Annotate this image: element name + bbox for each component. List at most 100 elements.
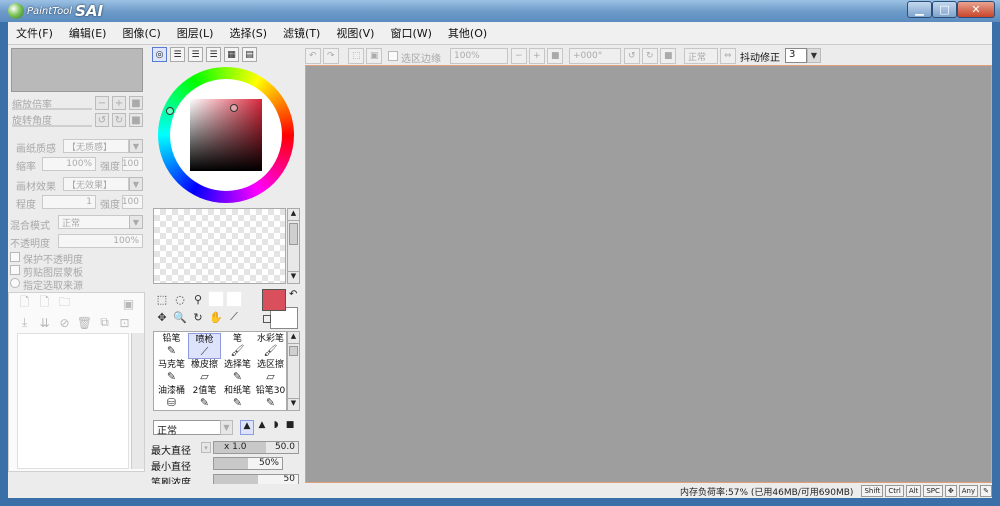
tool-pencil30[interactable]: 铅笔30 ✎ (254, 385, 287, 411)
brush-mode-select[interactable]: 正常 (153, 420, 221, 437)
swap-colors-icon[interactable]: ↶ (289, 289, 297, 300)
chevron-down-icon[interactable]: ▼ (129, 215, 143, 229)
tool-bucket[interactable]: 油漆桶 ⛁ (155, 385, 188, 411)
primary-color-swatch[interactable] (262, 289, 286, 311)
chevron-down-icon[interactable]: ▼ (129, 139, 143, 153)
menu-image[interactable]: 图像(C) (114, 25, 168, 41)
rotate-slider[interactable] (12, 125, 92, 127)
tool-grid-scrollbar[interactable]: ▲ ▼ (287, 331, 300, 411)
zoom-in-icon[interactable]: + (529, 48, 545, 64)
tool-select-pen[interactable]: 选择笔 ✎ (221, 359, 254, 385)
delete-layer-icon[interactable]: 🗑 (77, 315, 92, 330)
scratchpad-area[interactable] (153, 208, 286, 284)
blend-mode-select[interactable]: 正常 (58, 215, 130, 229)
scratchpad-tab[interactable]: ▤ (242, 47, 257, 62)
tool-select-eraser[interactable]: 选区擦 ▱ (254, 359, 287, 385)
magic-wand-icon[interactable]: ⚲ (190, 291, 206, 307)
max-size-field[interactable]: x 1.0 50.0 (213, 441, 299, 454)
rgb-slider-tab[interactable]: ☰ (170, 47, 185, 62)
new-raster-icon[interactable]: 🗋 (37, 295, 52, 311)
transfer-down-icon[interactable]: ⤓ (17, 315, 32, 330)
hue-marker[interactable] (166, 107, 174, 115)
swatch-tab[interactable]: ▦ (224, 47, 239, 62)
tool-binary-pen[interactable]: 2值笔 ✎ (188, 385, 221, 411)
menu-edit[interactable]: 编辑(E) (61, 25, 115, 41)
effect-strength-field[interactable]: 100 (122, 195, 143, 209)
canvas-area[interactable] (305, 65, 992, 483)
tool-slot-empty[interactable] (208, 291, 224, 307)
undo-icon[interactable]: ↶ (305, 48, 321, 64)
tool-slot-empty[interactable] (226, 291, 242, 307)
tool-washi-pen[interactable]: 和纸笔 ✎ (221, 385, 254, 411)
rotate-reset-icon[interactable]: ■ (660, 48, 676, 64)
paper-texture-select[interactable]: 【无质感】 (63, 139, 129, 153)
zoom-out-icon[interactable]: − (511, 48, 527, 64)
layer-list-scrollbar[interactable] (131, 333, 144, 469)
layer-mask-icon[interactable]: ⊡ (117, 315, 132, 330)
angle-select[interactable]: +000° (569, 48, 621, 64)
deselect-icon[interactable]: ⬚ (348, 48, 364, 64)
menu-file[interactable]: 文件(F) (8, 25, 61, 41)
tool-eraser[interactable]: 橡皮擦 ▱ (188, 359, 221, 385)
rotate-ccw-icon[interactable]: ↺ (624, 48, 640, 64)
menu-select[interactable]: 选择(S) (221, 25, 275, 41)
density-field[interactable]: 50 (213, 474, 299, 484)
brush-shape-flat-icon[interactable]: ■ (284, 420, 296, 435)
view-mode-select[interactable]: 正常 (684, 48, 718, 64)
rotate-icon[interactable]: ↻ (190, 309, 206, 325)
hand-icon[interactable]: ✋ (208, 309, 224, 325)
protect-opacity-checkbox[interactable] (10, 252, 20, 262)
navigator-thumbnail[interactable] (11, 48, 143, 92)
maximize-button[interactable]: □ (932, 1, 957, 18)
sv-marker[interactable] (230, 104, 238, 112)
paper-scale-field[interactable]: 100% (42, 157, 96, 171)
zoom-icon[interactable]: 🔍 (172, 309, 188, 325)
close-button[interactable]: ✕ (957, 1, 995, 18)
lasso-icon[interactable]: ◌ (172, 291, 188, 307)
chevron-down-icon[interactable]: ▼ (220, 420, 233, 435)
transparent-color-icon[interactable] (263, 315, 271, 323)
menu-layer[interactable]: 图层(L) (169, 25, 222, 41)
redo-icon[interactable]: ↷ (323, 48, 339, 64)
minimize-button[interactable]: ▁ (907, 1, 932, 18)
tool-marker[interactable]: 马克笔 ✎ (155, 359, 188, 385)
brush-effect-select[interactable]: 【无效果】 (63, 177, 129, 191)
hsv-slider-tab[interactable]: ☰ (188, 47, 203, 62)
opacity-field[interactable]: 100% (58, 234, 143, 248)
color-wheel-tab[interactable]: ◎ (152, 47, 167, 62)
effect-amount-field[interactable]: 1 (42, 195, 96, 209)
tool-brush[interactable]: 笔 🖌 (221, 333, 254, 359)
zoom-reset-icon[interactable]: ■ (547, 48, 563, 64)
clear-layer-icon[interactable]: ⊘ (57, 315, 72, 330)
zoom-reset-button[interactable]: ■ (129, 96, 143, 110)
selection-edge-checkbox[interactable] (388, 51, 398, 61)
zoom-select[interactable]: 100% (450, 48, 508, 64)
brush-shape-sharp-icon[interactable]: ▲ (240, 420, 254, 435)
new-folder-icon[interactable]: 🗀 (57, 295, 72, 311)
new-layer-icon[interactable]: 🗋 (17, 295, 32, 311)
size-mult-chevron-icon[interactable]: ▾ (201, 442, 211, 453)
brush-shape-round-icon[interactable]: ◗ (270, 420, 282, 435)
rotate-left-button[interactable]: ↺ (95, 113, 109, 127)
copy-layer-icon[interactable]: ⧉ (97, 315, 112, 330)
layer-list[interactable] (17, 333, 129, 469)
menu-filter[interactable]: 滤镜(T) (275, 25, 328, 41)
paper-strength-field[interactable]: 100 (122, 157, 143, 171)
zoom-out-button[interactable]: − (95, 96, 109, 110)
menu-view[interactable]: 视图(V) (328, 25, 382, 41)
flip-icon[interactable]: ⇔ (720, 48, 736, 64)
saturation-value-square[interactable] (190, 99, 262, 171)
rect-select-icon[interactable]: ⬚ (154, 291, 170, 307)
tool-pencil[interactable]: 铅笔 ✎ (155, 333, 188, 359)
tool-watercolor[interactable]: 水彩笔 🖌 (254, 333, 287, 359)
eyedropper-icon[interactable]: ⟋ (226, 309, 242, 325)
selection-source-radio[interactable] (10, 278, 20, 288)
chevron-down-icon[interactable]: ▼ (807, 48, 821, 63)
layer-panel-toggle-icon[interactable]: ▣ (121, 296, 136, 311)
scratchpad-scrollbar[interactable]: ▲ ▼ (287, 208, 300, 284)
menu-other[interactable]: 其他(O) (440, 25, 495, 41)
chevron-down-icon[interactable]: ▼ (129, 177, 143, 191)
zoom-slider[interactable] (12, 108, 92, 110)
clipping-mask-checkbox[interactable] (10, 265, 20, 275)
rotate-cw-icon[interactable]: ↻ (642, 48, 658, 64)
